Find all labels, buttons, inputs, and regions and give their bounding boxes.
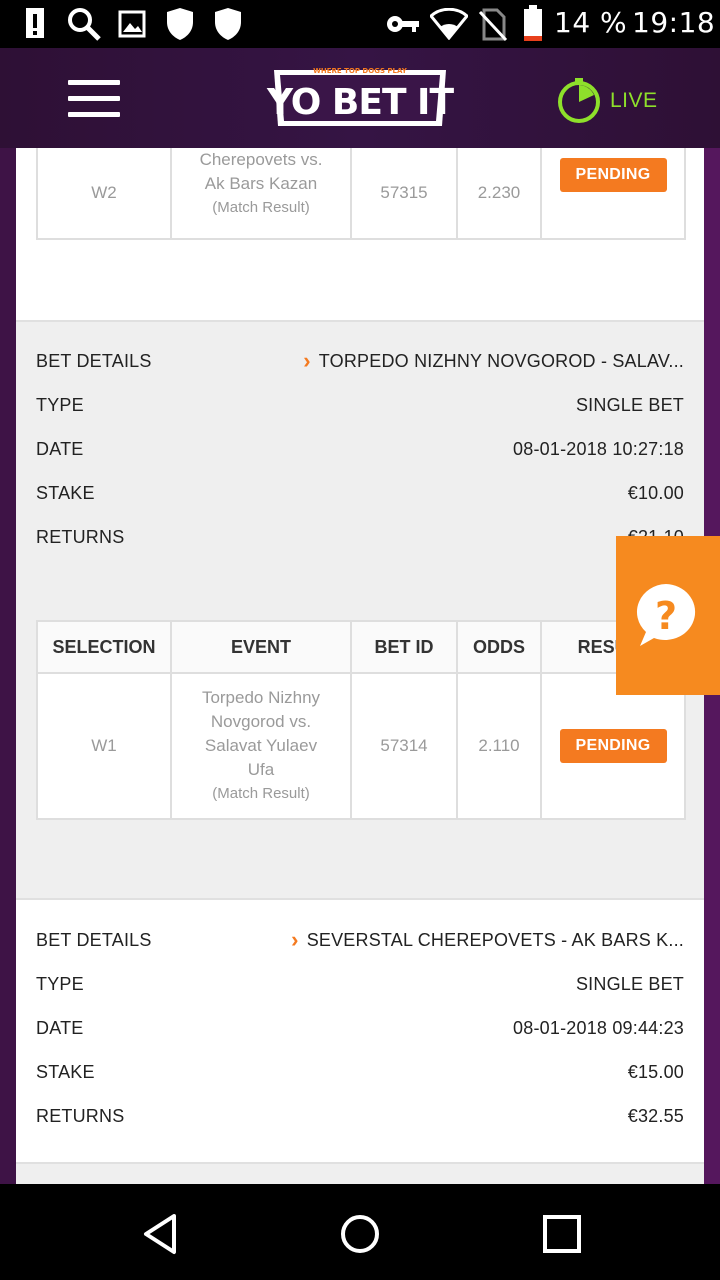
app-header: WHERE TOP DOGS PLAY YO BET IT LIVE: [0, 48, 720, 148]
help-button[interactable]: ?: [616, 536, 720, 695]
selection-cell: W2: [36, 148, 172, 240]
column-header-selection: SELECTION: [36, 620, 172, 674]
bet-table: W2 Cherepovets vs. Ak Bars Kazan (Match …: [36, 148, 686, 240]
returns-label: RETURNS: [36, 526, 125, 547]
returns-row: RETURNS €21.10: [36, 522, 684, 552]
image-icon: [118, 10, 146, 38]
event-line: Torpedo Nizhny: [201, 688, 321, 707]
bet-card-partial: [16, 1162, 704, 1184]
status-bar: 14 % 19:18: [0, 0, 720, 48]
home-icon[interactable]: [338, 1212, 382, 1256]
chevron-right-icon: ›: [303, 348, 311, 373]
live-button[interactable]: LIVE: [556, 78, 658, 124]
stake-value: €10.00: [627, 482, 684, 503]
menu-icon-line: [68, 96, 120, 101]
table-row: W2 Cherepovets vs. Ak Bars Kazan (Match …: [36, 148, 686, 240]
odds-cell: 2.230: [456, 148, 542, 240]
date-row: DATE 08-01-2018 10:27:18: [36, 434, 684, 464]
bet-details-row: BET DETAILS › SEVERSTAL CHEREPOVETS - AK…: [36, 925, 684, 955]
type-value: SINGLE BET: [575, 973, 684, 994]
returns-value: €32.55: [627, 1105, 684, 1126]
bet-card-partial: W2 Cherepovets vs. Ak Bars Kazan (Match …: [16, 148, 704, 320]
type-row: TYPE SINGLE BET: [36, 969, 684, 999]
date-row: DATE 08-01-2018 09:44:23: [36, 1013, 684, 1043]
result-cell: PENDING: [540, 148, 686, 240]
bet-details-value: TORPEDO NIZHNY NOVGOROD - SALAV...: [318, 350, 684, 371]
stopwatch-icon: [558, 78, 600, 123]
logo-text: YO BET IT: [266, 82, 454, 123]
type-row: TYPE SINGLE BET: [36, 390, 684, 420]
date-label: DATE: [36, 438, 84, 459]
bet-card: BET DETAILS › SEVERSTAL CHEREPOVETS - AK…: [16, 900, 704, 1162]
returns-row: RETURNS €32.55: [36, 1101, 684, 1131]
date-label: DATE: [36, 1017, 84, 1038]
bet-details-value: SEVERSTAL CHEREPOVETS - AK BARS K...: [306, 929, 684, 950]
shield-icon: [215, 8, 241, 40]
logo[interactable]: WHERE TOP DOGS PLAY YO BET IT: [266, 60, 454, 134]
menu-icon-line: [68, 80, 120, 85]
event-line: Novgorod vs.: [210, 712, 312, 731]
battery-percent: 14 %: [554, 6, 628, 39]
chevron-right-icon: ›: [291, 927, 299, 952]
no-sim-icon: [478, 8, 508, 42]
stake-row: STAKE €10.00: [36, 478, 684, 508]
event-cell: Torpedo Nizhny Novgorod vs. Salavat Yula…: [170, 672, 352, 820]
battery-icon: [524, 5, 542, 41]
search-icon: [68, 8, 101, 41]
bet-details-link[interactable]: › TORPEDO NIZHNY NOVGOROD - SALAV...: [303, 350, 684, 372]
bet-details-label: BET DETAILS: [36, 350, 152, 371]
table-header-row: SELECTION EVENT BET ID ODDS RESULT: [36, 620, 686, 674]
status-badge[interactable]: PENDING: [559, 158, 667, 192]
bet-details-row: BET DETAILS › TORPEDO NIZHNY NOVGOROD - …: [36, 346, 684, 376]
type-label: TYPE: [36, 973, 84, 994]
back-icon[interactable]: [138, 1212, 182, 1256]
bet-details-link[interactable]: › SEVERSTAL CHEREPOVETS - AK BARS K...: [291, 929, 684, 951]
wifi-icon: [430, 8, 468, 40]
bet-history-list[interactable]: W2 Cherepovets vs. Ak Bars Kazan (Match …: [16, 148, 704, 1184]
column-header-bet-id: BET ID: [350, 620, 458, 674]
column-header-event: EVENT: [170, 620, 352, 674]
live-label: LIVE: [610, 89, 658, 112]
selection-cell: W1: [36, 672, 172, 820]
logo-tagline: WHERE TOP DOGS PLAY: [313, 67, 408, 75]
bet-card: BET DETAILS › TORPEDO NIZHNY NOVGOROD - …: [16, 320, 704, 900]
date-value: 08-01-2018 09:44:23: [513, 1017, 684, 1038]
market-label: (Match Result): [212, 199, 310, 216]
svg-text:?: ?: [655, 594, 677, 638]
system-nav-bar: [0, 1184, 720, 1280]
help-chat-icon: ?: [636, 584, 696, 646]
returns-label: RETURNS: [36, 1105, 125, 1126]
bet-table: SELECTION EVENT BET ID ODDS RESULT W1 To…: [36, 620, 686, 820]
stake-label: STAKE: [36, 1061, 95, 1082]
type-value: SINGLE BET: [575, 394, 684, 415]
bet-id-cell: 57314: [350, 672, 458, 820]
bet-id-cell: 57315: [350, 148, 458, 240]
event-line: Ak Bars Kazan: [204, 174, 318, 193]
shield-icon: [167, 8, 193, 40]
table-row: W1 Torpedo Nizhny Novgorod vs. Salavat Y…: [36, 672, 686, 820]
left-edge: [0, 148, 16, 1184]
market-label: (Match Result): [212, 785, 310, 802]
key-icon: [387, 16, 419, 32]
event-line: Cherepovets vs.: [199, 150, 323, 169]
recents-icon[interactable]: [540, 1212, 584, 1256]
column-header-odds: ODDS: [456, 620, 542, 674]
event-cell: Cherepovets vs. Ak Bars Kazan (Match Res…: [170, 148, 352, 240]
stake-label: STAKE: [36, 482, 95, 503]
event-line: Salavat Yulaev: [204, 736, 318, 755]
date-value: 08-01-2018 10:27:18: [513, 438, 684, 459]
event-line: Ufa: [247, 760, 275, 779]
alert-icon: [26, 8, 44, 38]
menu-icon-line: [68, 112, 120, 117]
stake-value: €15.00: [627, 1061, 684, 1082]
bet-details-label: BET DETAILS: [36, 929, 152, 950]
stake-row: STAKE €15.00: [36, 1057, 684, 1087]
type-label: TYPE: [36, 394, 84, 415]
odds-cell: 2.110: [456, 672, 542, 820]
clock: 19:18: [632, 6, 716, 39]
status-badge[interactable]: PENDING: [559, 729, 667, 763]
menu-button[interactable]: [68, 80, 120, 118]
